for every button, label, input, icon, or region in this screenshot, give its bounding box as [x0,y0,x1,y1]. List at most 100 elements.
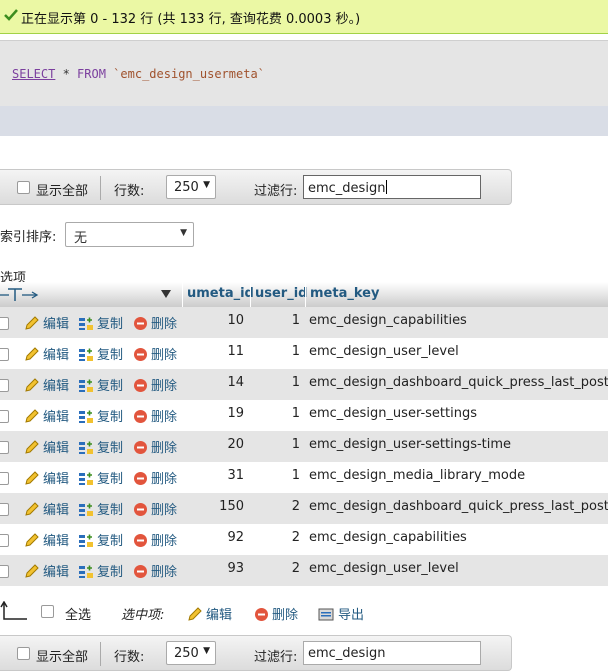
cell-umeta-id[interactable]: 14 [190,375,244,390]
cell-user-id[interactable]: 1 [255,437,300,452]
sql-select-keyword[interactable]: SELECT [12,67,55,81]
row-edit-button[interactable]: 编辑 [24,437,69,456]
table-row: 编辑 复制 删除 92 2 emc_design_capabilities [0,524,608,555]
cell-meta-key[interactable]: emc_design_user_level [309,561,459,576]
cell-user-id[interactable]: 1 [255,375,300,390]
bulk-edit-label: 编辑 [206,608,233,623]
row-delete-button[interactable]: 删除 [133,437,177,456]
pencil-icon [25,564,39,578]
cell-meta-key[interactable]: emc_design_dashboard_quick_press_last_po… [309,499,608,514]
row-copy-button[interactable]: 复制 [78,530,123,549]
row-copy-label: 复制 [97,503,124,518]
row-copy-button[interactable]: 复制 [78,344,123,363]
cell-meta-key[interactable]: emc_design_user-settings [309,406,477,421]
cell-user-id[interactable]: 1 [255,313,300,328]
cell-umeta-id[interactable]: 10 [190,313,244,328]
cell-user-id[interactable]: 2 [255,561,300,576]
cell-umeta-id[interactable]: 93 [190,561,244,576]
pencil-icon [25,533,39,547]
row-checkbox[interactable] [0,317,9,330]
cell-meta-key[interactable]: emc_design_media_library_mode [309,468,525,483]
cell-meta-key[interactable]: emc_design_dashboard_quick_press_last_po… [309,375,608,390]
sort-dropdown-icon[interactable] [160,289,172,299]
cell-user-id[interactable]: 1 [255,344,300,359]
row-copy-button[interactable]: 复制 [78,499,123,518]
row-delete-button[interactable]: 删除 [133,406,177,425]
show-all-checkbox[interactable] [17,181,30,194]
copy-icon [79,565,93,578]
cell-meta-key[interactable]: emc_design_capabilities [309,530,467,545]
row-copy-button[interactable]: 复制 [78,406,123,425]
row-copy-button[interactable]: 复制 [78,375,123,394]
column-header-user-id[interactable]: user_id [255,286,307,301]
row-checkbox[interactable] [0,348,9,361]
row-copy-button[interactable]: 复制 [78,437,123,456]
bulk-export-button[interactable]: 导出 [318,604,364,623]
row-copy-button[interactable]: 复制 [78,468,123,487]
row-copy-button[interactable]: 复制 [78,561,123,580]
cell-user-id[interactable]: 1 [255,468,300,483]
cell-umeta-id[interactable]: 92 [190,530,244,545]
row-edit-button[interactable]: 编辑 [24,406,69,425]
sort-by-key-select[interactable]: 无 ▼ [65,222,194,247]
row-edit-button[interactable]: 编辑 [24,499,69,518]
cell-meta-key[interactable]: emc_design_user-settings-time [309,437,511,452]
row-checkbox[interactable] [0,410,9,423]
row-checkbox[interactable] [0,534,9,547]
row-delete-button[interactable]: 删除 [133,561,177,580]
cell-meta-key[interactable]: emc_design_user_level [309,344,459,359]
row-checkbox[interactable] [0,503,9,516]
rows-select[interactable]: 250 ▼ [166,175,216,199]
copy-icon [79,348,93,361]
row-checkbox[interactable] [0,379,9,392]
row-checkbox[interactable] [0,441,9,454]
delete-icon [134,441,147,454]
row-delete-button[interactable]: 删除 [133,375,177,394]
rows-select-value: 250 [174,646,199,661]
row-edit-button[interactable]: 编辑 [24,561,69,580]
delete-icon [134,379,147,392]
bulk-delete-button[interactable]: 删除 [254,604,298,623]
bulk-edit-button[interactable]: 编辑 [187,604,232,623]
filter-rows-input[interactable]: emc_design [303,641,481,665]
copy-icon [79,317,93,330]
row-delete-button[interactable]: 删除 [133,499,177,518]
cell-umeta-id[interactable]: 20 [190,437,244,452]
row-delete-button[interactable]: 删除 [133,530,177,549]
select-all-checkbox[interactable] [41,605,54,618]
cell-meta-key[interactable]: emc_design_capabilities [309,313,467,328]
cell-user-id[interactable]: 1 [255,406,300,421]
row-edit-button[interactable]: 编辑 [24,375,69,394]
row-edit-button[interactable]: 编辑 [24,468,69,487]
cell-umeta-id[interactable]: 19 [190,406,244,421]
cell-umeta-id[interactable]: 31 [190,468,244,483]
delete-icon [134,472,147,485]
delete-icon [134,503,147,516]
cell-umeta-id[interactable]: 11 [190,344,244,359]
column-header-meta-key[interactable]: meta_key [310,286,379,301]
row-delete-button[interactable]: 删除 [133,468,177,487]
cell-umeta-id[interactable]: 150 [190,499,244,514]
pencil-icon [25,409,39,423]
filter-rows-input[interactable]: emc_design [303,175,481,199]
row-delete-button[interactable]: 删除 [133,344,177,363]
row-delete-label: 删除 [151,348,178,363]
table-row: 编辑 复制 删除 93 2 emc_design_user_level [0,555,608,586]
select-all-label[interactable]: 全选 [65,604,91,623]
row-checkbox[interactable] [0,565,9,578]
rows-select[interactable]: 250 ▼ [166,641,216,665]
row-edit-button[interactable]: 编辑 [24,313,69,332]
row-edit-button[interactable]: 编辑 [24,344,69,363]
row-delete-label: 删除 [151,317,178,332]
column-header-umeta-id[interactable]: umeta_id [187,286,254,301]
row-checkbox[interactable] [0,472,9,485]
query-options-bar [0,106,608,136]
row-copy-button[interactable]: 复制 [78,313,123,332]
row-edit-button[interactable]: 编辑 [24,530,69,549]
divider [305,282,306,307]
row-edit-label: 编辑 [43,472,70,487]
show-all-checkbox[interactable] [17,647,30,660]
cell-user-id[interactable]: 2 [255,499,300,514]
cell-user-id[interactable]: 2 [255,530,300,545]
row-delete-button[interactable]: 删除 [133,313,177,332]
